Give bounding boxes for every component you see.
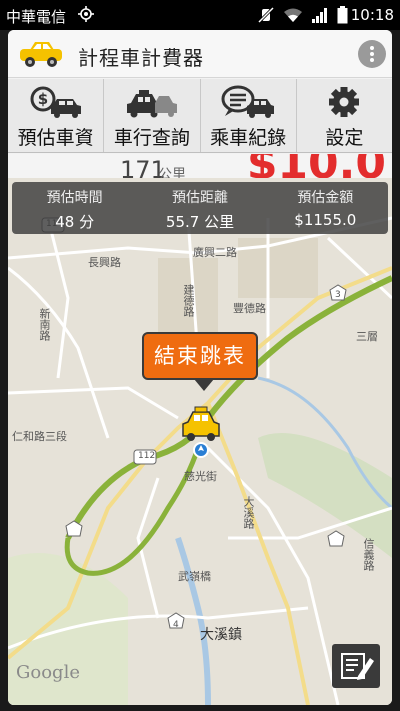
estimate-time: 預估時間 48 分 [12, 182, 137, 234]
map-label-dawen: 大溪路 [242, 496, 255, 529]
edit-note-button[interactable] [332, 644, 380, 688]
taxi-company-icon [126, 90, 177, 118]
taxi-logo-icon [20, 42, 62, 67]
tab-ride-record-label: 乘車紀錄 [210, 127, 287, 149]
tab-taxi-company[interactable]: 車行查詢 [104, 79, 201, 152]
map-label-sanceng: 三層 [356, 330, 378, 343]
map-label-wuxi: 武嶺橋 [178, 570, 211, 583]
gps-icon [78, 6, 94, 22]
edit-note-icon [341, 653, 374, 680]
clock: 10:18 [350, 6, 394, 24]
map-label-renhe: 仁和路三段 [12, 430, 67, 443]
end-meter-button[interactable]: 結束跳表 [142, 332, 258, 380]
map-label-jiande: 建德路 [182, 284, 195, 317]
tab-settings-label: 設定 [325, 127, 364, 149]
map-view[interactable]: 廣興二路 豐德路 長興路 建德路 新南路 仁和路三段 慈光街 大溪鎮 大溪路 武… [8, 178, 392, 705]
estimate-time-value: 48 分 [55, 213, 95, 231]
signal-icon [312, 8, 327, 23]
carrier-name: 中華電信 [6, 8, 67, 26]
estimate-amount-label: 預估金額 [297, 190, 354, 206]
tab-ride-record[interactable]: 乘車紀錄 [201, 79, 297, 152]
estimate-amount-value: $1155.0 [294, 211, 357, 229]
map-label-fengtu: 豐德路 [233, 302, 266, 315]
overflow-menu-button[interactable] [358, 40, 386, 68]
route-3-label: 3 [335, 290, 341, 300]
end-meter-pointer [194, 379, 214, 391]
svg-text:$: $ [37, 90, 47, 108]
tab-settings[interactable]: 設定 [297, 79, 392, 152]
app-title: 計程車計費器 [78, 46, 204, 70]
taxi-location-icon[interactable] [180, 404, 222, 460]
estimate-distance: 預估距離 55.7 公里 [137, 182, 262, 234]
tab-taxi-company-label: 車行查詢 [113, 127, 190, 149]
fare-estimate-icon: $ [30, 86, 81, 118]
estimate-distance-label: 預估距離 [171, 190, 228, 206]
ride-record-icon [221, 85, 275, 118]
tab-fare-estimate[interactable]: $ 預估車資 [8, 79, 105, 152]
mute-icon [257, 7, 275, 23]
map-label-dashi: 大溪鎮 [200, 627, 242, 643]
map-label-cihe: 慈光街 [184, 470, 217, 483]
estimate-distance-value: 55.7 公里 [165, 213, 235, 231]
gear-icon [329, 87, 360, 117]
action-bar: 計程車計費器 [8, 30, 392, 78]
estimate-panel: 預估時間 48 分 預估距離 55.7 公里 預估金額 $1155.0 [12, 182, 388, 234]
estimate-amount: 預估金額 $1155.0 [263, 182, 388, 234]
map-label-xinyi: 信義路 [362, 538, 375, 571]
status-bar: 中華電信 10:18 [0, 0, 400, 30]
tab-fare-estimate-label: 預估車資 [17, 127, 94, 149]
route-112-label: 112 [138, 451, 156, 461]
map-label-xinnan: 新南路 [38, 308, 51, 341]
route-4-label: 4 [173, 620, 179, 630]
wifi-icon [284, 8, 302, 22]
battery-icon [337, 6, 348, 24]
map-label-guangxing: 廣興二路 [193, 246, 237, 259]
tab-bar: $ 預估車資 車行查詢 乘車紀錄 設定 [8, 79, 392, 153]
google-logo: Google [16, 662, 80, 683]
estimate-time-label: 預估時間 [46, 190, 103, 206]
map-label-changxing: 長興路 [88, 256, 121, 269]
app-window: 計程車計費器 $ 預估車資 車行查詢 乘車紀錄 設定 171 公里 $10.0 … [8, 30, 392, 705]
